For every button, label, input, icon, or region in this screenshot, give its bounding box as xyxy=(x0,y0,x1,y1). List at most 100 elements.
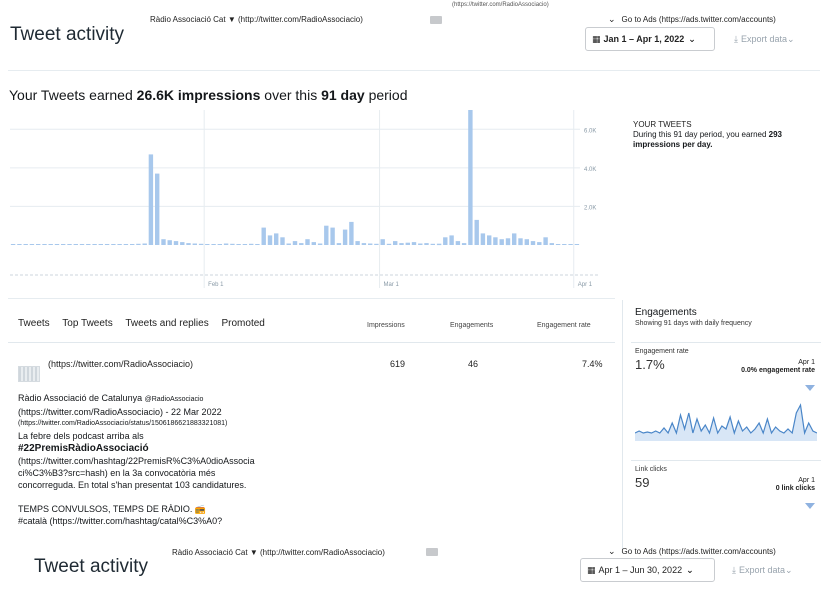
tab-tweets-and-replies[interactable]: Tweets and replies xyxy=(125,318,208,329)
impressions-bar[interactable] xyxy=(568,244,573,245)
impressions-bar[interactable] xyxy=(505,238,511,246)
impressions-bar[interactable] xyxy=(192,243,197,246)
impressions-bar[interactable] xyxy=(217,244,222,245)
impressions-bar[interactable] xyxy=(180,242,185,245)
impressions-bar[interactable] xyxy=(23,244,28,245)
impressions-bar[interactable] xyxy=(386,243,392,245)
tweet-hashtag-url[interactable]: (https://twitter.com/hashtag/22PremisR%C… xyxy=(18,455,348,467)
impressions-bar[interactable] xyxy=(242,244,248,245)
impressions-bar[interactable] xyxy=(530,241,536,245)
impressions-bar[interactable] xyxy=(280,237,285,245)
export-data-button[interactable]: ⤓ Export data ⌄ xyxy=(734,27,795,51)
tweet-line4[interactable]: #català (https://twitter.com/hashtag/cat… xyxy=(18,515,348,527)
tab-tweets[interactable]: Tweets xyxy=(18,318,50,329)
impressions-bar[interactable] xyxy=(148,154,154,245)
impressions-bar[interactable] xyxy=(61,244,66,245)
tweet-author-link[interactable]: (https://twitter.com/RadioAssociacio) xyxy=(48,359,193,369)
impressions-bar[interactable] xyxy=(230,243,235,245)
impressions-bar[interactable] xyxy=(79,244,85,245)
impressions-bar[interactable] xyxy=(198,243,204,245)
impressions-bar[interactable] xyxy=(286,243,291,246)
impressions-bar[interactable] xyxy=(487,235,492,245)
impressions-bar[interactable] xyxy=(104,244,110,245)
impressions-bar[interactable] xyxy=(136,243,141,245)
impressions-bar[interactable] xyxy=(42,244,47,245)
impressions-bar[interactable] xyxy=(393,241,398,245)
impressions-bar[interactable] xyxy=(480,233,486,245)
impressions-bar[interactable] xyxy=(361,243,367,245)
impressions-bar[interactable] xyxy=(73,244,78,245)
impressions-bar[interactable] xyxy=(236,244,241,245)
tweet-author-url[interactable]: (https://twitter.com/RadioAssociacio) - … xyxy=(18,406,348,418)
impressions-bar[interactable] xyxy=(111,244,116,245)
impressions-bar[interactable] xyxy=(574,244,580,245)
impressions-bar[interactable] xyxy=(524,239,529,245)
impressions-bar[interactable] xyxy=(186,243,191,245)
impressions-bar[interactable] xyxy=(54,244,60,245)
export-data-button-2[interactable]: ⤓ Export data ⌄ xyxy=(732,558,793,582)
impressions-bar[interactable] xyxy=(223,243,229,246)
impressions-bar[interactable] xyxy=(512,233,517,245)
impressions-bar[interactable] xyxy=(380,239,385,245)
tab-promoted[interactable]: Promoted xyxy=(221,318,264,329)
impressions-bar[interactable] xyxy=(17,244,22,245)
impressions-bar[interactable] xyxy=(418,243,423,246)
impressions-bar[interactable] xyxy=(411,242,417,245)
impressions-bar[interactable] xyxy=(255,244,260,245)
impressions-bar[interactable] xyxy=(562,244,567,245)
impressions-bar[interactable] xyxy=(292,241,298,245)
impressions-bar[interactable] xyxy=(474,219,479,245)
impressions-bar[interactable] xyxy=(130,244,135,245)
impressions-bar[interactable] xyxy=(29,244,35,245)
impressions-bar[interactable] xyxy=(399,243,404,245)
impressions-bar[interactable] xyxy=(355,241,360,245)
impressions-bar[interactable] xyxy=(493,237,498,245)
impressions-bar[interactable] xyxy=(305,239,310,245)
impressions-bar[interactable] xyxy=(461,243,467,245)
go-to-ads-link-2[interactable]: ⌄ Go to Ads (https://ads.twitter.com/acco… xyxy=(608,546,776,557)
impressions-bar[interactable] xyxy=(342,229,348,245)
impressions-bar[interactable] xyxy=(324,225,329,245)
impressions-bar[interactable] xyxy=(368,243,373,246)
impressions-bar[interactable] xyxy=(424,243,429,245)
impressions-bar[interactable] xyxy=(549,243,554,245)
impressions-bar[interactable] xyxy=(443,237,448,245)
impressions-bar[interactable] xyxy=(92,244,97,245)
impressions-bar[interactable] xyxy=(161,239,166,245)
impressions-bar[interactable] xyxy=(211,244,216,245)
account-selector-2[interactable]: Ràdio Associació Cat ▼ (http://twitter.c… xyxy=(172,548,385,557)
impressions-bar[interactable] xyxy=(518,238,523,246)
impressions-bar[interactable] xyxy=(167,240,172,245)
impressions-bar[interactable] xyxy=(274,233,279,245)
tweet-hashtag[interactable]: #22PremisRàdioAssociació xyxy=(18,443,149,454)
impressions-bar[interactable] xyxy=(430,243,435,245)
account-url[interactable]: (http://twitter.com/RadioAssociacio) xyxy=(238,15,363,24)
impressions-bar[interactable] xyxy=(67,244,72,245)
impressions-bar[interactable] xyxy=(405,242,410,245)
impressions-bar[interactable] xyxy=(10,244,16,245)
impressions-bar[interactable] xyxy=(537,242,542,245)
tweet-status-url[interactable]: (https://twitter.com/RadioAssociacio/sta… xyxy=(18,418,348,430)
impressions-bar[interactable] xyxy=(299,243,304,245)
impressions-bar[interactable] xyxy=(123,244,129,245)
impressions-bar[interactable] xyxy=(98,244,103,245)
impressions-bar[interactable] xyxy=(142,243,147,246)
impressions-bar[interactable] xyxy=(499,239,504,245)
go-to-ads-link[interactable]: ⌄ Go to Ads (https://ads.twitter.com/acco… xyxy=(608,14,776,25)
impressions-bar[interactable] xyxy=(349,221,354,245)
date-range-button[interactable]: ▦ Jan 1 – Apr 1, 2022 ⌄ xyxy=(585,27,715,51)
impressions-bar[interactable] xyxy=(543,237,548,245)
impressions-bar[interactable] xyxy=(117,244,122,245)
impressions-bar[interactable] xyxy=(330,227,335,245)
impressions-bar[interactable] xyxy=(468,110,473,245)
impressions-bar[interactable] xyxy=(48,244,53,245)
impressions-bar[interactable] xyxy=(374,243,379,245)
impressions-bar[interactable] xyxy=(317,243,323,246)
impressions-bar[interactable] xyxy=(267,235,273,245)
impressions-bar[interactable] xyxy=(436,243,442,246)
impressions-bar[interactable] xyxy=(155,173,160,245)
impressions-bar[interactable] xyxy=(36,244,41,245)
impressions-bar[interactable] xyxy=(311,242,316,245)
impressions-bar[interactable] xyxy=(205,244,210,245)
account-url-2[interactable]: (http://twitter.com/RadioAssociacio) xyxy=(260,548,385,557)
